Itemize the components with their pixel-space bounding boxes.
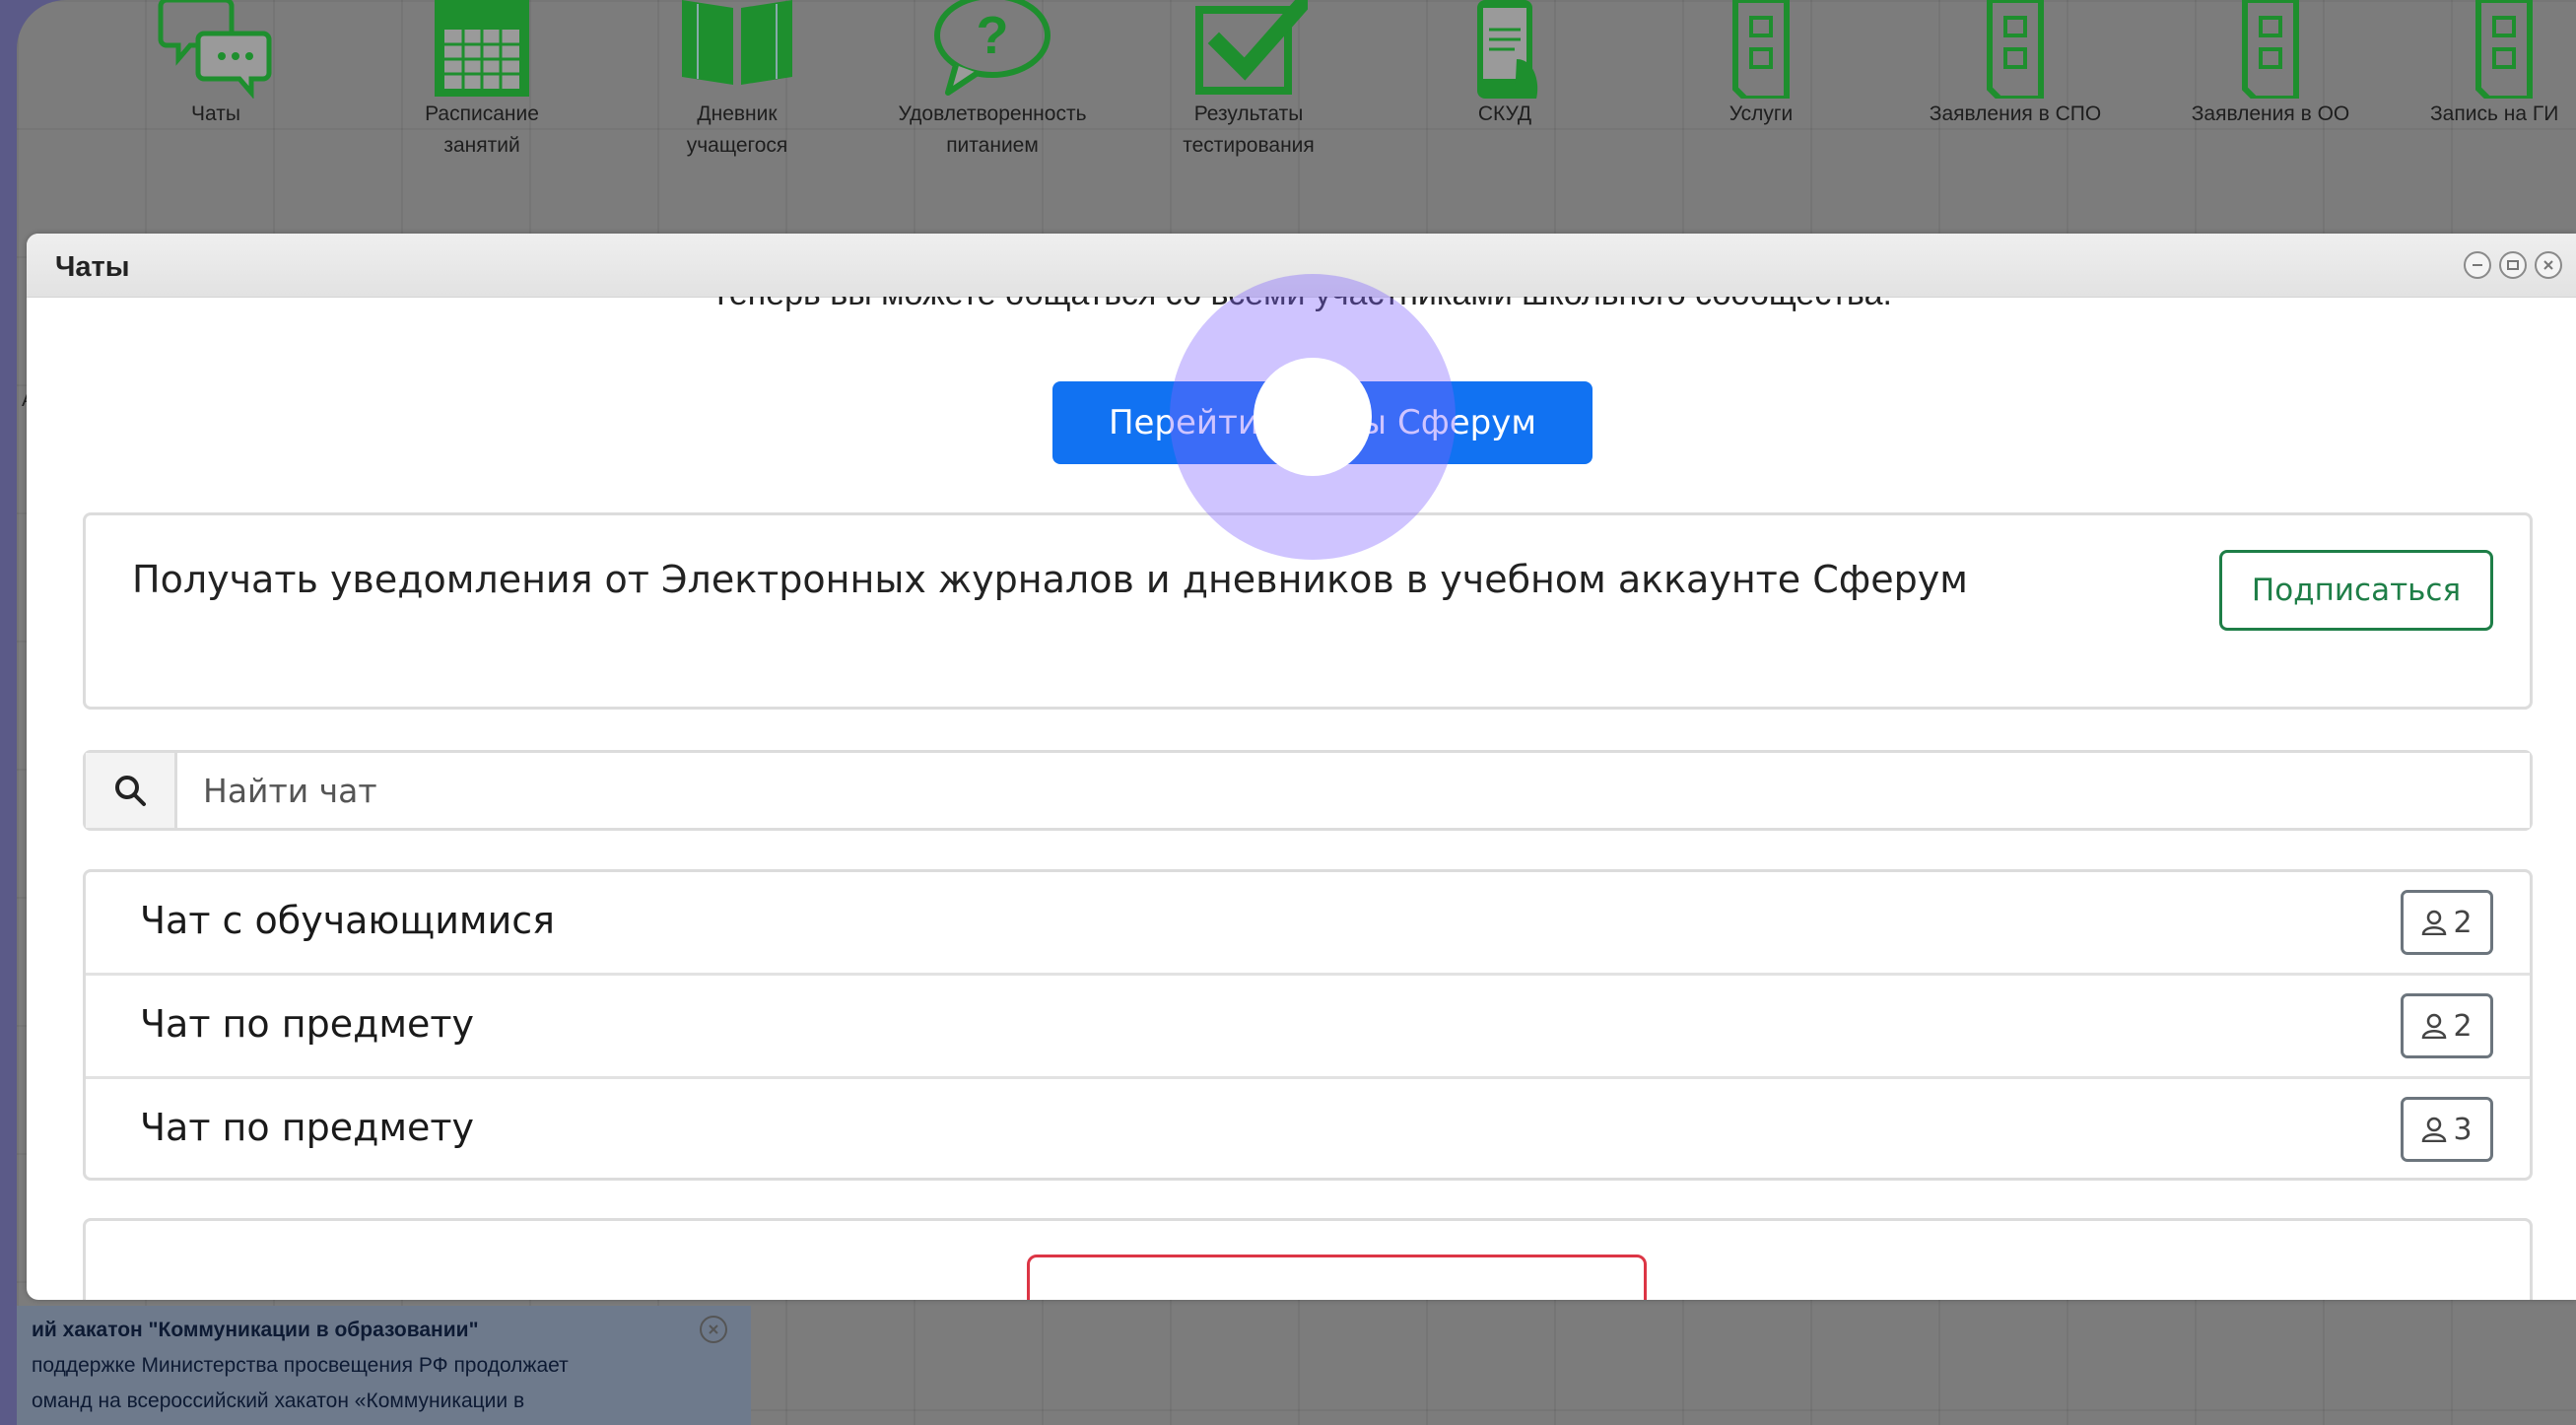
minimize-button[interactable] <box>2464 251 2491 279</box>
search-addon <box>86 753 177 828</box>
app-label: Расписание <box>425 102 539 125</box>
svg-text:?: ? <box>977 6 1009 65</box>
window-title: Чаты <box>55 251 130 283</box>
minimize-icon <box>2473 264 2482 266</box>
user-icon <box>2422 910 2447 935</box>
app-label-line2: учащегося <box>686 134 788 157</box>
chat-list-item[interactable]: Чат по предмету 3 <box>86 1079 2530 1178</box>
members-badge: 3 <box>2401 1097 2493 1162</box>
app-access-control[interactable]: СКУД <box>1387 0 1623 130</box>
chat-name: Чат по предмету <box>140 1002 475 1046</box>
user-icon <box>2422 1013 2447 1039</box>
app-label: Чаты <box>191 102 240 125</box>
app-oo-applications[interactable]: Заявления в ОО <box>2152 0 2389 130</box>
question-bubble-icon: ? <box>934 0 1051 96</box>
document-icon <box>1732 0 1790 99</box>
news-panel[interactable]: ий хакатон "Коммуникации в образовании" … <box>17 1306 751 1425</box>
open-book-icon <box>682 0 792 85</box>
app-label: Запись на ГИ <box>2430 102 2559 125</box>
app-label: Заявления в СПО <box>1929 102 2102 125</box>
chat-list-item[interactable]: Чат по предмету 2 <box>86 976 2530 1079</box>
subscribe-button[interactable]: Подписаться <box>2219 550 2493 631</box>
chat-bubbles-icon <box>158 0 272 99</box>
maximize-button[interactable] <box>2499 251 2527 279</box>
document-icon <box>1987 0 2044 99</box>
click-cursor <box>1254 358 1372 476</box>
chat-list: Чат с обучающимися 2 Чат по предмету 2 Ч… <box>83 869 2533 1181</box>
app-chats[interactable]: Чаты <box>98 0 334 130</box>
app-spo-applications[interactable]: Заявления в СПО <box>1897 0 2134 130</box>
members-badge: 2 <box>2401 993 2493 1058</box>
app-label: СКУД <box>1477 102 1532 125</box>
document-icon <box>2242 0 2299 99</box>
checkbox-icon <box>1195 0 1308 95</box>
phone-icon <box>1477 0 1538 99</box>
members-badge: 2 <box>2401 890 2493 955</box>
app-label: Заявления в ОО <box>2191 102 2350 125</box>
app-label-line2: питанием <box>946 134 1039 157</box>
user-icon <box>2422 1117 2447 1142</box>
app-diary[interactable]: Дневник учащегося <box>619 0 855 162</box>
members-count: 2 <box>2453 905 2473 940</box>
search-input[interactable] <box>177 753 2530 828</box>
bottom-card <box>83 1218 2533 1300</box>
app-schedule[interactable]: Расписание занятий <box>364 0 600 162</box>
app-label: Удовлетворенность <box>898 102 1087 125</box>
app-gia-registration[interactable]: Запись на ГИ <box>2402 0 2576 130</box>
search-icon <box>115 776 146 806</box>
maximize-icon <box>2507 260 2519 270</box>
chat-name: Чат с обучающимися <box>140 899 556 942</box>
document-icon <box>2475 0 2533 99</box>
close-icon <box>2543 260 2553 270</box>
app-services[interactable]: Услуги <box>1643 0 1879 130</box>
notifications-text: Получать уведомления от Электронных журн… <box>132 558 1968 601</box>
app-food-satisfaction[interactable]: ? Удовлетворенность питанием <box>874 0 1111 162</box>
members-count: 3 <box>2453 1112 2473 1147</box>
news-title: ий хакатон "Коммуникации в образовании" <box>32 1319 479 1341</box>
danger-button[interactable] <box>1027 1255 1647 1300</box>
app-label: Результаты <box>1193 102 1304 125</box>
app-label: Услуги <box>1729 102 1794 125</box>
chat-list-item[interactable]: Чат с обучающимися 2 <box>86 872 2530 976</box>
chat-search <box>83 750 2533 831</box>
app-label-line2: тестирования <box>1183 134 1315 157</box>
chat-name: Чат по предмету <box>140 1106 475 1149</box>
close-button[interactable] <box>2535 251 2562 279</box>
members-count: 2 <box>2453 1008 2473 1044</box>
news-close-button[interactable] <box>700 1316 727 1343</box>
app-icon-bar: Чаты Расписание занятий Дневник учащегос… <box>17 0 2576 227</box>
news-line: оманд на всероссийский хакатон «Коммуник… <box>32 1390 525 1412</box>
app-label-line2: занятий <box>443 134 520 157</box>
close-icon <box>709 1324 718 1334</box>
app-label: Дневник <box>697 102 778 125</box>
news-line: поддержке Министерства просвещения РФ пр… <box>32 1354 569 1377</box>
calendar-icon <box>435 0 529 97</box>
app-test-results[interactable]: Результаты тестирования <box>1130 0 1367 162</box>
